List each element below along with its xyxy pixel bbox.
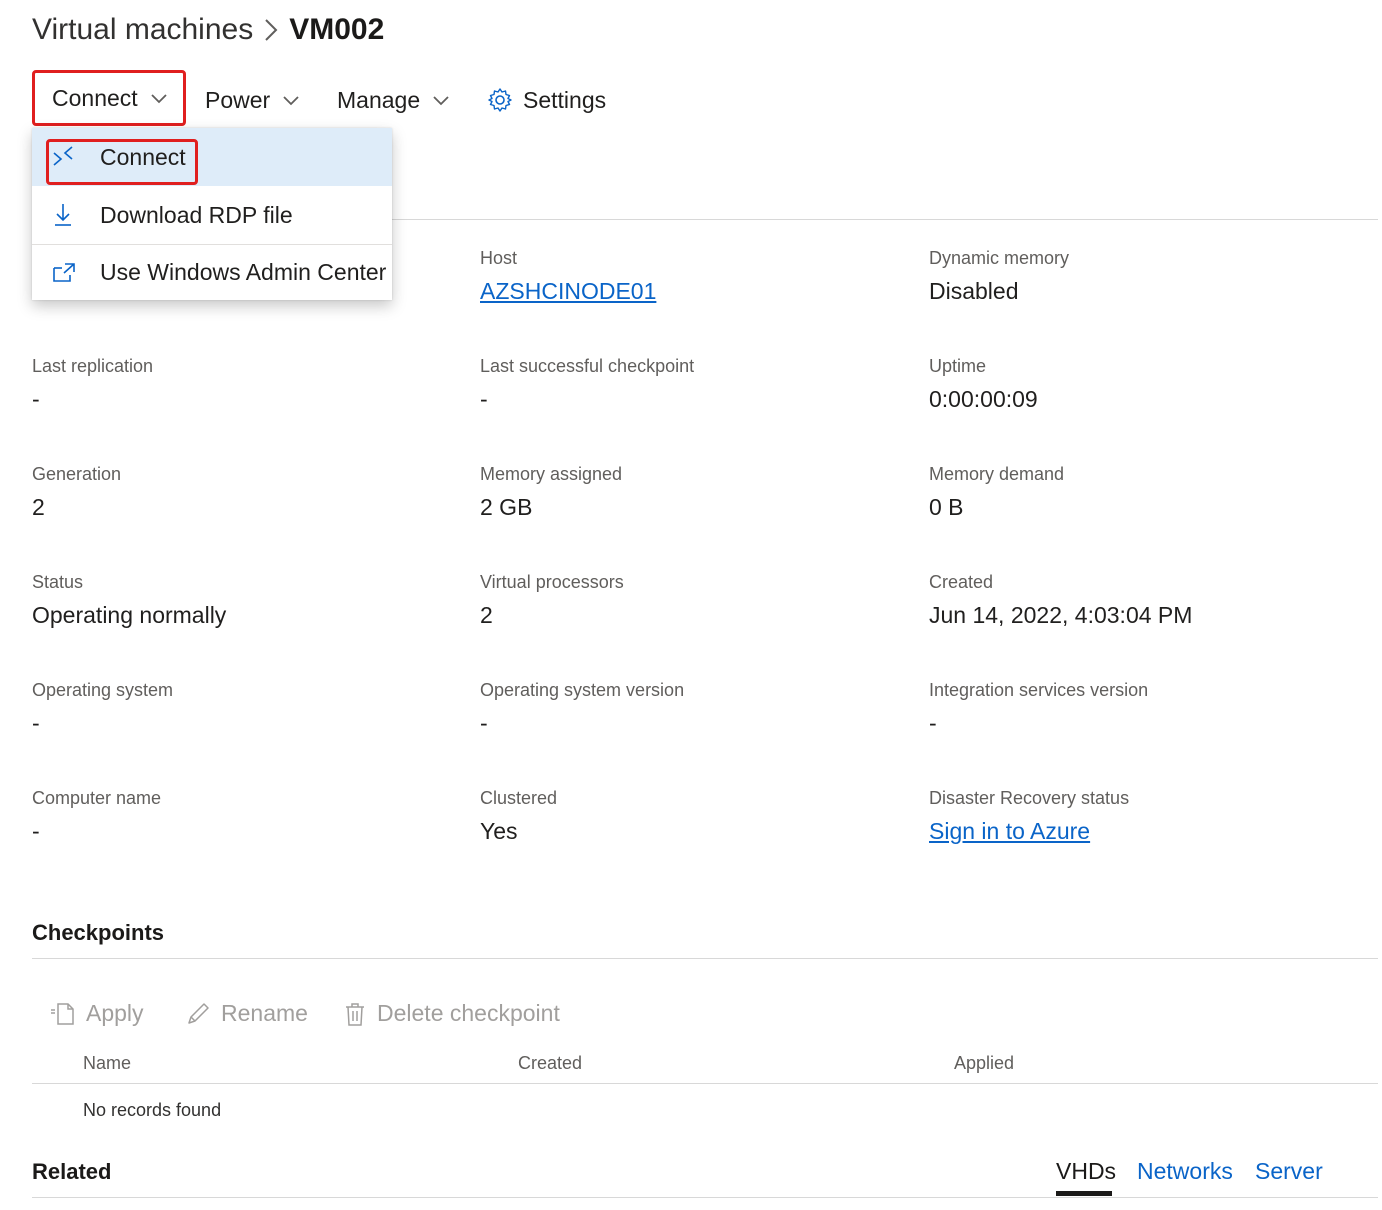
related-divider: [32, 1197, 1378, 1198]
property-label-last-replication: Last replication: [32, 356, 154, 376]
tab-server[interactable]: Server: [1255, 1158, 1323, 1185]
property-label-virtual-processors: Virtual processors: [480, 572, 624, 592]
property-value-last-replication: -: [32, 386, 40, 412]
open-external-icon: [32, 262, 90, 284]
menu-item-connect[interactable]: Connect: [32, 128, 392, 186]
property-label-status: Status: [32, 572, 84, 592]
gear-icon: [487, 87, 513, 113]
settings-button[interactable]: Settings: [487, 80, 606, 120]
related-heading: Related: [32, 1159, 112, 1184]
manage-button-label: Manage: [337, 86, 421, 113]
chevron-down-icon: [150, 92, 168, 104]
delete-checkpoint-label: Delete checkpoint: [377, 1000, 560, 1026]
column-header-applied[interactable]: Applied: [954, 1053, 1014, 1074]
property-value-clustered: Yes: [480, 818, 518, 844]
sign-in-to-azure-link[interactable]: Sign in to Azure: [929, 818, 1090, 845]
property-value-dynamic-memory: Disabled: [929, 278, 1019, 304]
property-label-integration-services: Integration services version: [929, 680, 1149, 700]
apply-label: Apply: [86, 1000, 144, 1026]
chevron-down-icon: [282, 94, 300, 106]
property-label-dynamic-memory: Dynamic memory: [929, 248, 1070, 268]
connect-dropdown-menu: Connect Download RDP file Use Windows Ad…: [32, 128, 392, 300]
chevron-right-icon: [263, 17, 279, 43]
page-title: VM002: [289, 13, 385, 46]
property-label-os-version: Operating system version: [480, 680, 685, 700]
property-label-memory-assigned: Memory assigned: [480, 464, 623, 484]
column-header-name[interactable]: Name: [83, 1053, 131, 1074]
menu-item-windows-admin-center[interactable]: Use Windows Admin Center: [32, 245, 392, 300]
property-label-disaster-recovery: Disaster Recovery status: [929, 788, 1130, 808]
download-icon: [32, 202, 90, 228]
power-button-label: Power: [205, 86, 271, 113]
property-value-status: Operating normally: [32, 602, 227, 628]
menu-item-download-rdp[interactable]: Download RDP file: [32, 186, 392, 244]
host-link[interactable]: AZSHCINODE01: [480, 278, 656, 305]
menu-item-label: Connect: [100, 143, 186, 170]
property-value-uptime: 0:00:00:09: [929, 386, 1038, 412]
property-value-computer-name: -: [32, 818, 40, 844]
connect-button-label: Connect: [52, 84, 138, 111]
breadcrumb-parent[interactable]: Virtual machines: [32, 13, 253, 47]
tab-vhds[interactable]: VHDs: [1056, 1158, 1116, 1185]
property-value-operating-system: -: [32, 710, 40, 736]
property-label-memory-demand: Memory demand: [929, 464, 1065, 484]
rename-checkpoint-button[interactable]: Rename: [185, 1000, 308, 1027]
menu-item-label: Download RDP file: [100, 201, 293, 228]
property-value-memory-demand: 0 B: [929, 494, 964, 520]
checkpoints-heading: Checkpoints: [32, 920, 165, 945]
property-label-computer-name: Computer name: [32, 788, 162, 808]
checkpoints-divider: [32, 958, 1378, 959]
rename-label: Rename: [221, 1000, 308, 1026]
pencil-icon: [185, 1001, 211, 1027]
manage-menu-button[interactable]: Manage: [337, 80, 450, 120]
remote-connect-icon: [32, 145, 90, 169]
property-value-created: Jun 14, 2022, 4:03:04 PM: [929, 602, 1193, 628]
trash-icon: [343, 1001, 367, 1027]
apply-checkpoint-button[interactable]: Apply: [50, 1000, 144, 1027]
property-label-operating-system: Operating system: [32, 680, 174, 700]
delete-checkpoint-button[interactable]: Delete checkpoint: [343, 1000, 560, 1027]
property-value-os-version: -: [480, 710, 488, 736]
property-label-last-checkpoint: Last successful checkpoint: [480, 356, 695, 376]
column-header-created[interactable]: Created: [518, 1053, 582, 1074]
property-label-clustered: Clustered: [480, 788, 558, 808]
power-menu-button[interactable]: Power: [205, 80, 300, 120]
menu-item-label: Use Windows Admin Center: [100, 259, 387, 285]
property-value-last-checkpoint: -: [480, 386, 488, 412]
property-value-virtual-processors: 2: [480, 602, 493, 628]
property-label-uptime: Uptime: [929, 356, 987, 376]
property-label-created: Created: [929, 572, 994, 592]
chevron-down-icon: [432, 94, 450, 106]
property-label-generation: Generation: [32, 464, 122, 484]
settings-button-label: Settings: [523, 86, 607, 113]
apply-icon: [50, 1001, 76, 1027]
property-value-generation: 2: [32, 494, 45, 520]
property-value-memory-assigned: 2 GB: [480, 494, 533, 520]
active-tab-indicator: [1056, 1191, 1112, 1196]
connect-menu-button[interactable]: Connect: [32, 70, 186, 126]
property-value-integration-services: -: [929, 710, 937, 736]
tab-networks[interactable]: Networks: [1137, 1158, 1233, 1185]
empty-table-message: No records found: [83, 1100, 222, 1120]
table-header-divider: [32, 1083, 1378, 1084]
property-label-host: Host: [480, 248, 518, 268]
breadcrumb: Virtual machines VM002: [32, 10, 384, 50]
